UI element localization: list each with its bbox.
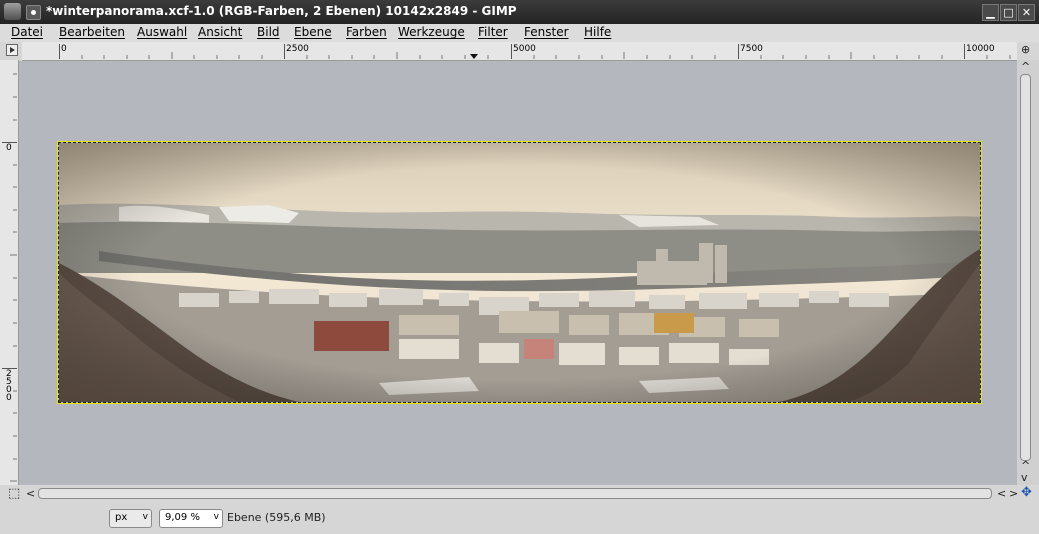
zoom-value: 9,09 % [165, 512, 200, 523]
panorama-image-content [59, 143, 980, 402]
ruler-minor-ticks [81, 52, 1011, 59]
menu-farben[interactable]: Farben [346, 25, 387, 39]
scroll-left-icon[interactable]: < [26, 488, 35, 499]
scroll-down-icon[interactable]: v [1021, 472, 1028, 483]
menu-auswahl[interactable]: Auswahl [137, 25, 187, 39]
unit-value: px [115, 512, 128, 523]
gimp-app-icon[interactable] [4, 3, 21, 20]
chevron-down-icon: v [213, 512, 219, 522]
menu-hilfe[interactable]: Hilfe [584, 25, 611, 39]
scroll-up-icon[interactable]: ^ [1021, 61, 1030, 72]
image-menu-button[interactable] [6, 44, 18, 56]
close-button[interactable]: ✕ [1018, 4, 1035, 21]
vertical-scroll-thumb[interactable] [1020, 74, 1031, 461]
canvas-area[interactable] [19, 61, 1017, 485]
menu-datei[interactable]: Datei [11, 25, 43, 39]
menu-bild[interactable]: Bild [257, 25, 280, 39]
horizontal-scrollbar[interactable]: ⬚ < < > ✥ [0, 485, 1039, 503]
menu-bar: Datei Bearbeiten Auswahl Ansicht Bild Eb… [0, 24, 1039, 42]
ruler-minor-ticks-v [10, 73, 17, 482]
menu-ansicht[interactable]: Ansicht [198, 25, 242, 39]
pin-window-button[interactable] [26, 5, 41, 20]
horizontal-scroll-thumb[interactable] [38, 488, 992, 499]
minimize-button[interactable]: ▁ [982, 4, 999, 21]
panorama-image[interactable] [58, 142, 981, 403]
menu-werkzeuge[interactable]: Werkzeuge [398, 25, 465, 39]
horizontal-ruler[interactable]: 0 2500 5000 7500 10000 [22, 42, 1017, 61]
chevron-down-icon: v [142, 512, 148, 522]
menu-fenster[interactable]: Fenster [524, 25, 569, 39]
navigate-icon[interactable]: ✥ [1021, 486, 1032, 499]
menu-bearbeiten[interactable]: Bearbeiten [59, 25, 125, 39]
vertical-ruler[interactable]: 0 2500 [0, 60, 19, 485]
menu-filter[interactable]: Filter [478, 25, 508, 39]
quick-mask-icon[interactable]: ⬚ [8, 487, 20, 500]
unit-select[interactable]: px v [109, 509, 152, 528]
vertical-scrollbar[interactable]: ^ ^ v [1017, 60, 1039, 485]
menu-ebene[interactable]: Ebene [294, 25, 332, 39]
scroll-right-icon[interactable]: > [1009, 488, 1018, 499]
zoom-icon[interactable]: ⊕ [1021, 44, 1030, 55]
scroll-left-icon[interactable]: < [997, 488, 1006, 499]
status-bar: px v 9,09 % v Ebene (595,6 MB) [0, 503, 1039, 534]
layer-info: Ebene (595,6 MB) [227, 511, 326, 524]
window-title: *winterpanorama.xcf-1.0 (RGB-Farben, 2 E… [46, 4, 517, 18]
zoom-select[interactable]: 9,09 % v [159, 509, 223, 528]
scroll-up-icon[interactable]: ^ [1021, 460, 1030, 471]
ruler-pointer-marker [470, 54, 478, 59]
title-bar: *winterpanorama.xcf-1.0 (RGB-Farben, 2 E… [0, 0, 1039, 24]
maximize-button[interactable]: □ [1000, 4, 1017, 21]
